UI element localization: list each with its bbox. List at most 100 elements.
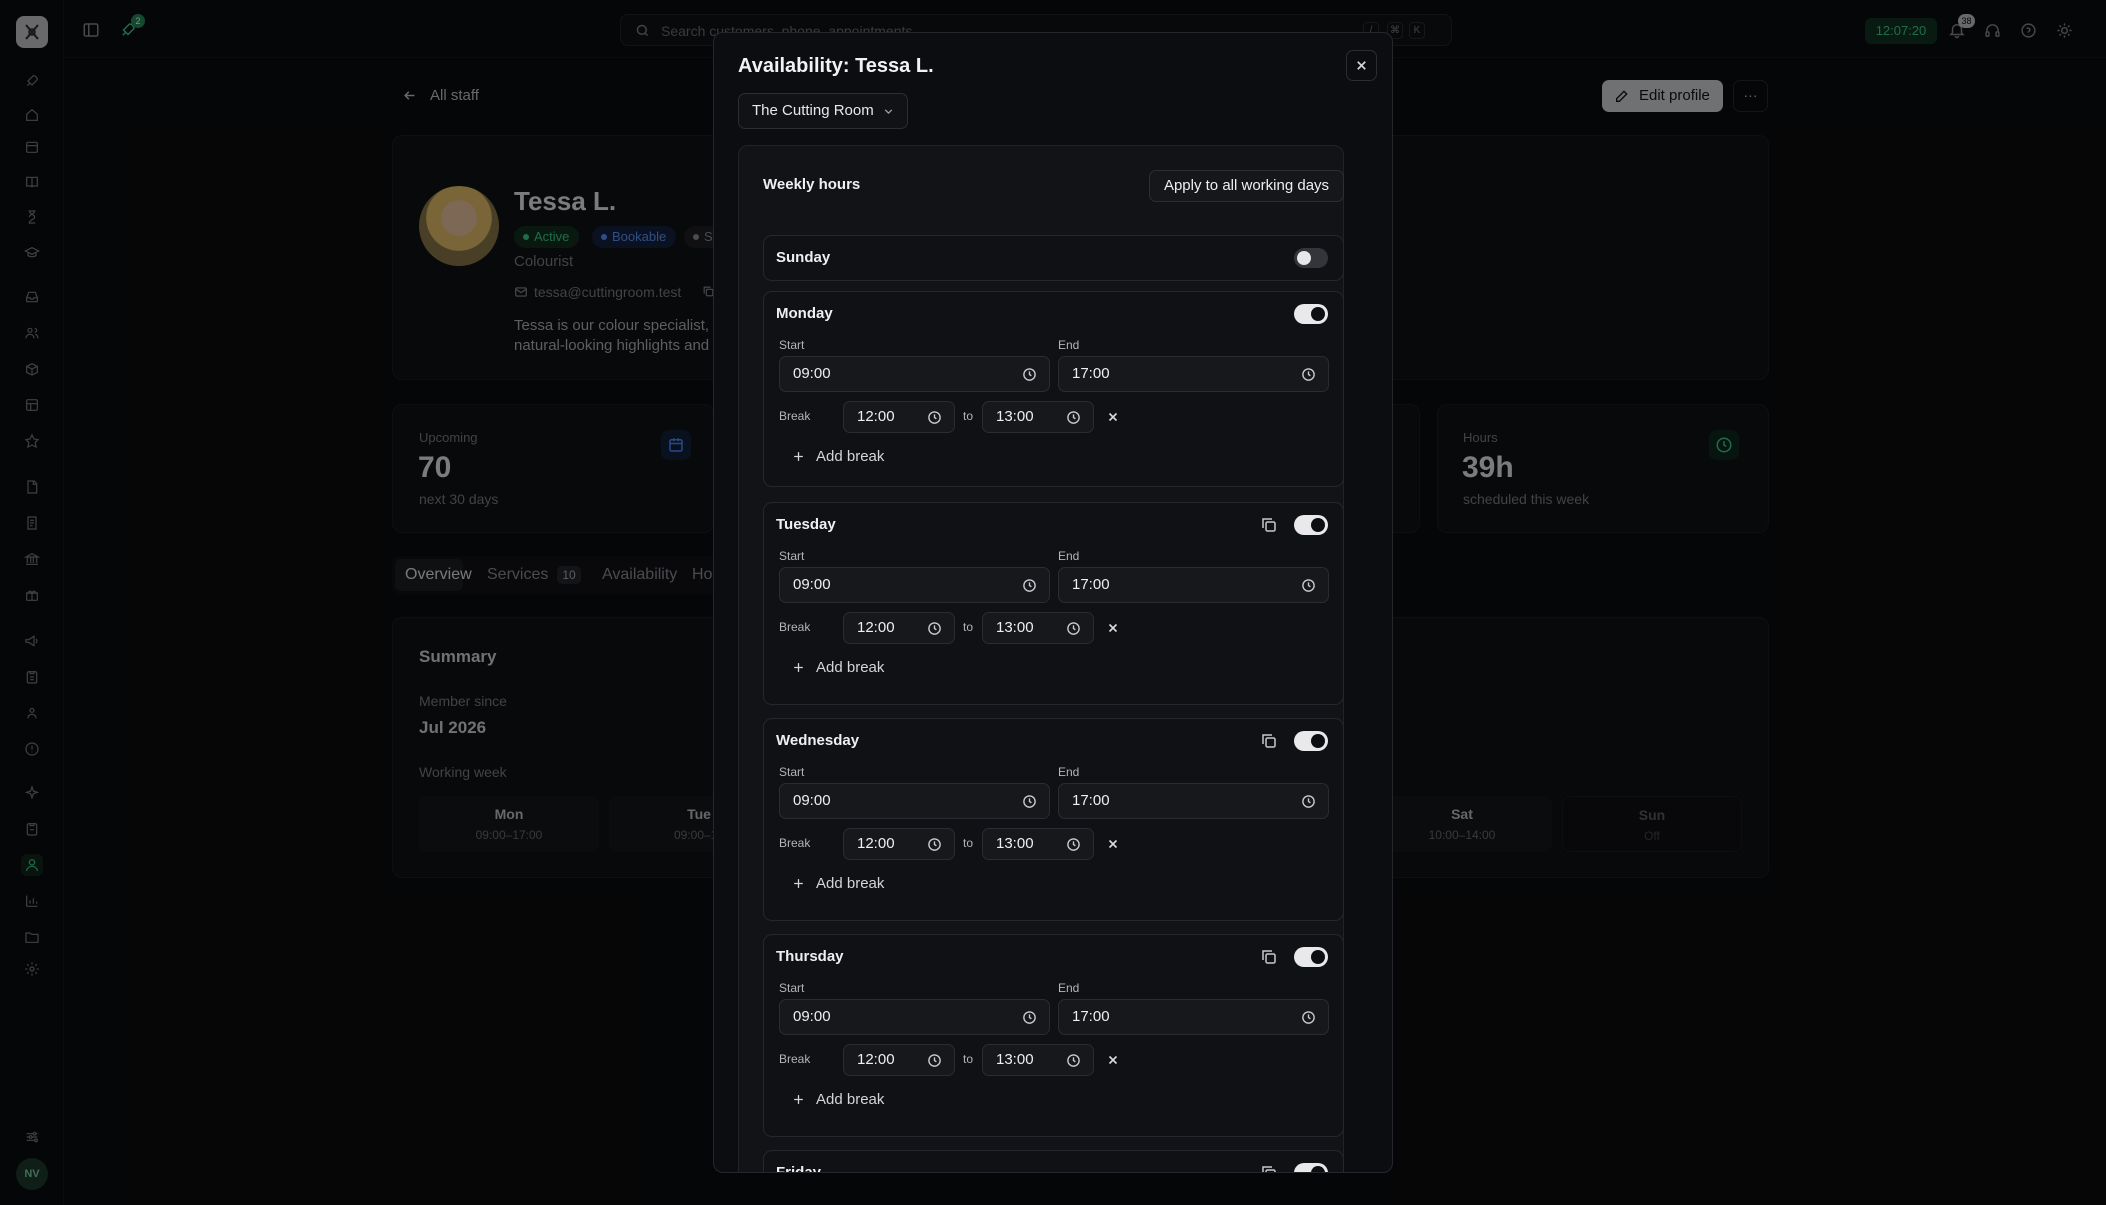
day-enabled-toggle[interactable] (1294, 731, 1328, 751)
break-start-value: 12:00 (857, 619, 895, 636)
remove-break-button[interactable] (1106, 1053, 1120, 1067)
end-label: End (1058, 981, 1080, 995)
close-button[interactable] (1346, 50, 1377, 81)
break-end-input[interactable]: 13:00 (982, 1044, 1094, 1076)
day-name: Tuesday (776, 516, 836, 533)
chevron-down-icon (884, 109, 893, 115)
day-card-wednesday: Wednesday Start End 09:00 17:00 Break 12:00 to 1… (763, 718, 1344, 921)
add-break-button[interactable]: Add break (792, 448, 884, 465)
start-time-value: 09:00 (793, 576, 831, 593)
day-card-tuesday: Tuesday Start End 09:00 17:00 Break 12:00 to 13:… (763, 502, 1344, 705)
availability-modal: Availability: Tessa L. The Cutting Room … (713, 32, 1393, 1173)
break-end-input[interactable]: 13:00 (982, 612, 1094, 644)
clock-icon (1067, 838, 1080, 851)
clock-icon (928, 622, 941, 635)
day-card-friday: Friday (763, 1150, 1344, 1173)
modal-title: Availability: Tessa L. (738, 55, 934, 77)
close-icon (1108, 839, 1118, 849)
break-end-input[interactable]: 13:00 (982, 828, 1094, 860)
end-label: End (1058, 338, 1080, 352)
day-enabled-toggle[interactable] (1294, 515, 1328, 535)
clock-icon (1067, 411, 1080, 424)
break-start-value: 12:00 (857, 835, 895, 852)
break-label: Break (779, 1052, 811, 1066)
plus-icon (794, 879, 803, 888)
remove-break-button[interactable] (1106, 621, 1120, 635)
end-label: End (1058, 765, 1080, 779)
add-break-button[interactable]: Add break (792, 1091, 884, 1108)
day-name: Sunday (776, 249, 831, 266)
copy-icon[interactable] (1260, 948, 1278, 966)
day-enabled-toggle[interactable] (1294, 248, 1328, 268)
day-enabled-toggle[interactable] (1294, 304, 1328, 324)
toggle-knob (1311, 950, 1325, 964)
day-enabled-toggle[interactable] (1294, 947, 1328, 967)
clock-icon (1023, 368, 1036, 381)
weekly-hours-title: Weekly hours (763, 176, 861, 193)
copy-icon[interactable] (1260, 516, 1278, 534)
break-start-value: 12:00 (857, 408, 895, 425)
day-name: Wednesday (776, 732, 860, 749)
add-break-label: Add break (816, 448, 885, 465)
start-time-value: 09:00 (793, 365, 831, 382)
clock-icon (1067, 1054, 1080, 1067)
start-time-input[interactable]: 09:00 (779, 567, 1050, 603)
add-break-button[interactable]: Add break (792, 875, 884, 892)
toggle-knob (1311, 1166, 1325, 1172)
add-break-label: Add break (816, 1091, 885, 1108)
break-start-input[interactable]: 12:00 (843, 612, 955, 644)
end-time-input[interactable]: 17:00 (1058, 356, 1329, 392)
break-start-input[interactable]: 12:00 (843, 401, 955, 433)
start-time-input[interactable]: 09:00 (779, 356, 1050, 392)
remove-break-button[interactable] (1106, 837, 1120, 851)
copy-icon[interactable] (1260, 1164, 1278, 1172)
day-card-monday: Monday Start End 09:00 17:00 Break 12:00 to 13:0… (763, 291, 1344, 487)
end-time-input[interactable]: 17:00 (1058, 783, 1329, 819)
break-to-label: to (963, 1052, 974, 1066)
clock-icon (1302, 795, 1315, 808)
break-start-input[interactable]: 12:00 (843, 1044, 955, 1076)
location-select-value: The Cutting Room (752, 102, 874, 119)
add-break-button[interactable]: Add break (792, 659, 884, 676)
add-break-label: Add break (816, 875, 885, 892)
break-end-input[interactable]: 13:00 (982, 401, 1094, 433)
toggle-knob (1297, 251, 1311, 265)
end-time-value: 17:00 (1072, 365, 1110, 382)
end-label: End (1058, 549, 1080, 563)
day-name: Monday (776, 305, 833, 322)
clock-icon (928, 838, 941, 851)
remove-break-button[interactable] (1106, 410, 1120, 424)
apply-all-button[interactable]: Apply to all working days (1149, 170, 1344, 202)
location-select[interactable]: The Cutting Room (738, 93, 908, 129)
break-end-value: 13:00 (996, 835, 1034, 852)
plus-icon (794, 1095, 803, 1104)
start-time-input[interactable]: 09:00 (779, 999, 1050, 1035)
end-time-value: 17:00 (1072, 1008, 1110, 1025)
copy-icon[interactable] (1260, 732, 1278, 750)
break-to-label: to (963, 836, 974, 850)
start-label: Start (779, 338, 805, 352)
start-time-input[interactable]: 09:00 (779, 783, 1050, 819)
toggle-knob (1311, 734, 1325, 748)
clock-icon (928, 1054, 941, 1067)
end-time-input[interactable]: 17:00 (1058, 999, 1329, 1035)
start-label: Start (779, 981, 805, 995)
break-label: Break (779, 620, 811, 634)
clock-icon (1023, 795, 1036, 808)
day-name: Friday (776, 1164, 822, 1173)
app-root: NV 2 Search customers, phone, appointmen… (0, 0, 2106, 1205)
day-enabled-toggle[interactable] (1294, 1163, 1328, 1172)
plus-icon (794, 452, 803, 461)
break-to-label: to (963, 409, 974, 423)
clock-icon (1067, 622, 1080, 635)
end-time-input[interactable]: 17:00 (1058, 567, 1329, 603)
close-icon (1108, 412, 1118, 422)
day-name: Thursday (776, 948, 844, 965)
start-time-value: 09:00 (793, 792, 831, 809)
break-start-input[interactable]: 12:00 (843, 828, 955, 860)
end-time-value: 17:00 (1072, 792, 1110, 809)
start-time-value: 09:00 (793, 1008, 831, 1025)
break-end-value: 13:00 (996, 408, 1034, 425)
break-to-label: to (963, 620, 974, 634)
clock-icon (1023, 1011, 1036, 1024)
